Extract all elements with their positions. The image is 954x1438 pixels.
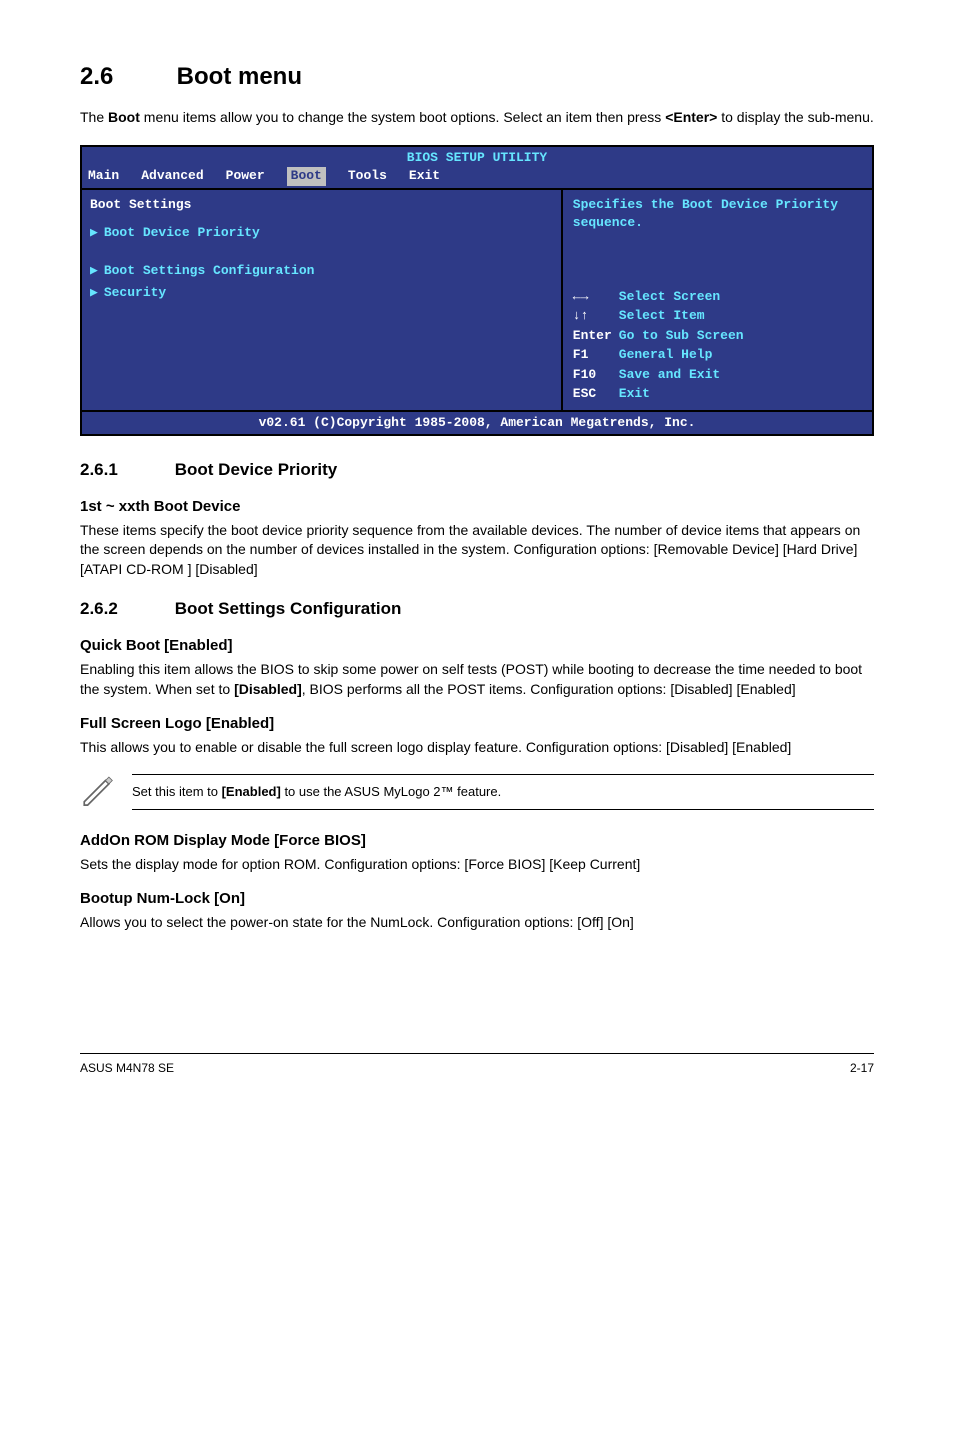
note-block: Set this item to [Enabled] to use the AS… — [80, 772, 874, 812]
bios-item-label: Security — [104, 285, 166, 300]
bios-key-help: ←→Select Screen ↓↑Select Item EnterGo to… — [573, 287, 862, 404]
key-row: ESCExit — [573, 384, 862, 404]
subsection-number: 2.6.1 — [80, 458, 170, 482]
bios-screenshot: BIOS SETUP UTILITY Main Advanced Power B… — [80, 145, 874, 436]
item-1st-xxth: 1st ~ xxth Boot Device — [80, 496, 874, 517]
bios-help-panel: Specifies the Boot Device Priority seque… — [563, 190, 872, 410]
bios-panel-heading: Boot Settings — [90, 196, 553, 214]
key-action: Exit — [619, 386, 650, 401]
key-action: General Help — [619, 347, 713, 362]
key: Enter — [573, 326, 619, 346]
bios-title: BIOS SETUP UTILITY — [82, 147, 872, 167]
key: F1 — [573, 345, 619, 365]
key-action: Select Screen — [619, 289, 720, 304]
bios-body: Boot Settings ▶ Boot Device Priority ▶ Boo… — [82, 188, 872, 410]
text-bold: [Disabled] — [234, 681, 302, 697]
item-quick-boot: Quick Boot [Enabled] — [80, 635, 874, 656]
intro-text-mid: menu items allow you to change the syste… — [140, 109, 665, 125]
subsection-title: Boot Settings Configuration — [175, 599, 402, 618]
key: F10 — [573, 365, 619, 385]
key-action: Save and Exit — [619, 367, 720, 382]
subsection-261: 2.6.1 Boot Device Priority — [80, 458, 874, 482]
para-addon-rom: Sets the display mode for option ROM. Co… — [80, 855, 874, 875]
section-title: Boot menu — [177, 63, 302, 90]
text: Set this item to — [132, 784, 222, 799]
bios-item-label: Boot Settings Configuration — [104, 263, 315, 278]
bios-item-label: Boot Device Priority — [104, 225, 260, 240]
key: ↓↑ — [573, 306, 619, 326]
section-heading: 2.6 Boot menu — [80, 60, 874, 94]
key: ESC — [573, 384, 619, 404]
bios-item-boot-settings-config: ▶ Boot Settings Configuration — [90, 262, 553, 280]
bios-footer: v02.61 (C)Copyright 1985-2008, American … — [82, 410, 872, 434]
subsection-title: Boot Device Priority — [175, 460, 338, 479]
text: , BIOS performs all the POST items. Conf… — [302, 681, 796, 697]
pencil-note-icon — [80, 772, 114, 812]
bios-tab-advanced: Advanced — [141, 167, 203, 185]
note-text: Set this item to [Enabled] to use the AS… — [132, 774, 874, 810]
bios-tab-boot: Boot — [287, 167, 326, 185]
triangle-right-icon: ▶ — [90, 263, 98, 278]
key-row: ↓↑Select Item — [573, 306, 862, 326]
bios-help-text: Specifies the Boot Device Priority seque… — [573, 196, 862, 232]
bios-left-panel: Boot Settings ▶ Boot Device Priority ▶ Boo… — [82, 190, 563, 410]
intro-bold-enter: <Enter> — [665, 109, 717, 125]
item-bootup-numlock: Bootup Num-Lock [On] — [80, 888, 874, 909]
text-bold: [Enabled] — [222, 784, 281, 799]
para-full-screen-logo: This allows you to enable or disable the… — [80, 738, 874, 758]
para-quick-boot: Enabling this item allows the BIOS to sk… — [80, 660, 874, 699]
section-number: 2.6 — [80, 60, 170, 94]
para-1st-xxth: These items specify the boot device prio… — [80, 521, 874, 580]
intro-text-post: to display the sub-menu. — [717, 109, 873, 125]
bios-tab-exit: Exit — [409, 167, 440, 185]
intro-paragraph: The Boot menu items allow you to change … — [80, 108, 874, 128]
key-row: ←→Select Screen — [573, 287, 862, 307]
triangle-right-icon: ▶ — [90, 225, 98, 240]
spacer — [90, 246, 553, 258]
bios-item-security: ▶ Security — [90, 284, 553, 302]
key-row: EnterGo to Sub Screen — [573, 326, 862, 346]
bios-tab-main: Main — [88, 167, 119, 185]
page-footer: ASUS M4N78 SE 2-17 — [80, 1053, 874, 1077]
bios-tab-power: Power — [226, 167, 265, 185]
subsection-number: 2.6.2 — [80, 597, 170, 621]
item-addon-rom: AddOn ROM Display Mode [Force BIOS] — [80, 830, 874, 851]
triangle-right-icon: ▶ — [90, 285, 98, 300]
text: to use the ASUS MyLogo 2™ feature. — [281, 784, 501, 799]
bios-item-boot-device-priority: ▶ Boot Device Priority — [90, 224, 553, 242]
intro-text-pre: The — [80, 109, 108, 125]
para-bootup-numlock: Allows you to select the power-on state … — [80, 913, 874, 933]
item-full-screen-logo: Full Screen Logo [Enabled] — [80, 713, 874, 734]
intro-bold-boot: Boot — [108, 109, 140, 125]
subsection-262: 2.6.2 Boot Settings Configuration — [80, 597, 874, 621]
key: ←→ — [573, 287, 619, 307]
key-row: F10Save and Exit — [573, 365, 862, 385]
footer-left: ASUS M4N78 SE — [80, 1060, 174, 1077]
key-action: Go to Sub Screen — [619, 328, 744, 343]
key-action: Select Item — [619, 308, 705, 323]
bios-tab-tools: Tools — [348, 167, 387, 185]
bios-tab-bar: Main Advanced Power Boot Tools Exit — [82, 167, 872, 187]
footer-right: 2-17 — [850, 1060, 874, 1077]
key-row: F1General Help — [573, 345, 862, 365]
